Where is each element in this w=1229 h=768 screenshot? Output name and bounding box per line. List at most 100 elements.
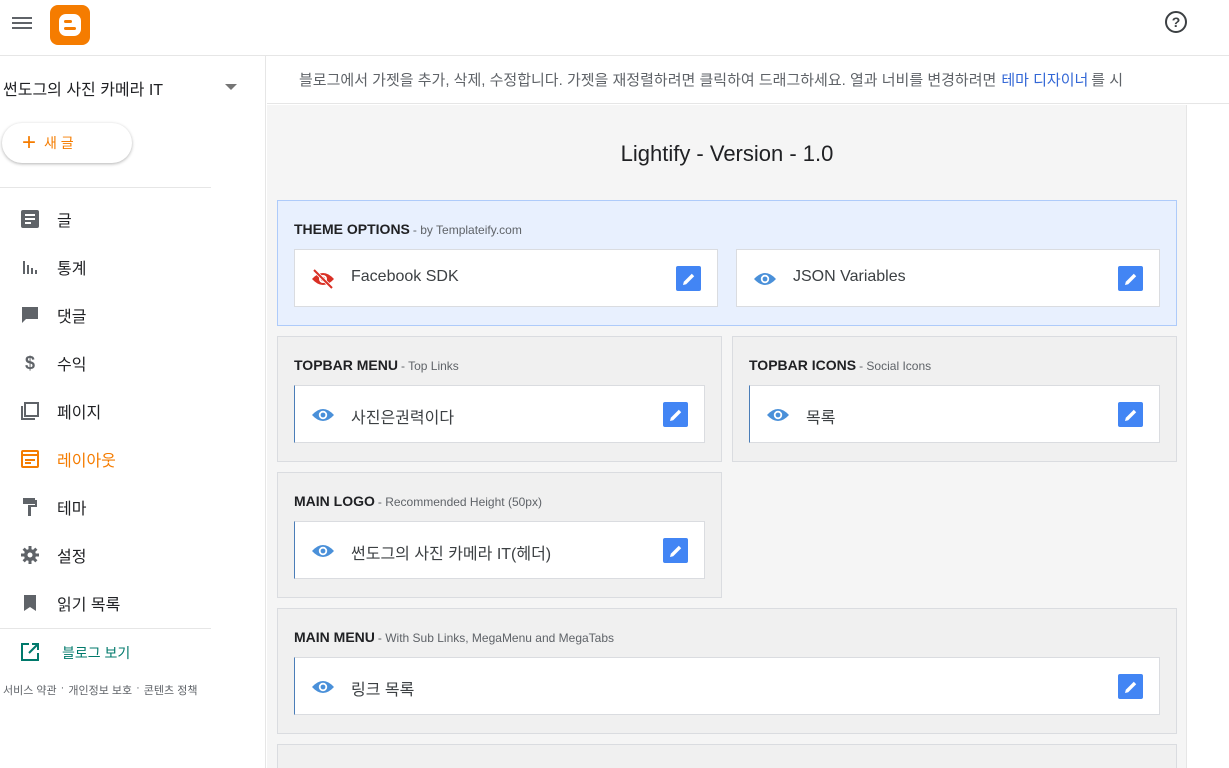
info-text: 블로그에서 가젯을 추가, 삭제, 수정합니다. 가젯을 재정렬하려면 클릭하여… <box>299 72 997 89</box>
eye-icon <box>753 269 777 289</box>
eye-icon <box>311 405 335 425</box>
section-title: TOPBAR MENU <box>294 357 398 373</box>
theme-designer-link[interactable]: 테마 디자이너 <box>1001 69 1088 90</box>
section-main-menu: MAIN MENU - With Sub Links, MegaMenu and … <box>277 608 1177 734</box>
gadget-header[interactable]: 썬도그의 사진 카메라 IT(헤더) <box>294 521 705 579</box>
section-header: MAIN LOGO - Recommended Height (50px) <box>294 493 542 509</box>
sidebar-item-label: 페이지 <box>57 405 102 422</box>
blog-name: 썬도그의 사진 카메라 IT <box>3 82 164 99</box>
section-subtitle: - by Templateify.com <box>412 223 522 237</box>
external-link-icon <box>20 642 40 662</box>
pencil-icon <box>1124 273 1136 285</box>
pencil-icon <box>1124 409 1136 421</box>
info-text-tail: 를 시 <box>1091 72 1124 89</box>
section-title: THEME OPTIONS <box>294 221 410 237</box>
sidebar: 썬도그의 사진 카메라 IT + 새 글 글 통계 댓글 $ 수익 페이지 레이… <box>0 56 266 768</box>
edit-button[interactable] <box>1118 266 1143 291</box>
section-topbar-icons: TOPBAR ICONS - Social Icons 목록 <box>732 336 1177 462</box>
gadget-facebook-sdk[interactable]: Facebook SDK <box>294 249 718 307</box>
section-title: MAIN MENU <box>294 629 375 645</box>
gadget-json-variables[interactable]: JSON Variables <box>736 249 1160 307</box>
sidebar-item-earnings[interactable]: $ 수익 <box>0 341 260 385</box>
eye-icon <box>311 677 335 697</box>
edit-button[interactable] <box>663 402 688 427</box>
earnings-icon: $ <box>24 352 35 373</box>
sidebar-item-layout[interactable]: 레이아웃 <box>0 437 260 481</box>
sidebar-item-label: 설정 <box>57 549 87 566</box>
gadget-social-icons[interactable]: 목록 <box>749 385 1160 443</box>
section-next-partial <box>277 744 1177 768</box>
section-subtitle: - Top Links <box>400 359 459 373</box>
sidebar-item-pages[interactable]: 페이지 <box>0 389 260 433</box>
gadget-link-list[interactable]: 링크 목록 <box>294 657 1160 715</box>
section-header: THEME OPTIONS - by Templateify.com <box>294 221 522 237</box>
terms-link[interactable]: 서비스 약관 <box>3 682 57 698</box>
section-title: MAIN LOGO <box>294 493 375 509</box>
main-content: 블로그에서 가젯을 추가, 삭제, 수정합니다. 가젯을 재정렬하려면 클릭하여… <box>267 56 1229 768</box>
gadget-label: 링크 목록 <box>351 682 415 699</box>
gadget-label: 썬도그의 사진 카메라 IT(헤더) <box>351 546 552 563</box>
settings-icon <box>20 545 40 565</box>
layout-title: Lightify - Version - 1.0 <box>620 141 834 166</box>
plus-icon: + <box>22 129 37 156</box>
new-post-button[interactable]: + 새 글 <box>2 123 132 163</box>
top-app-bar: ? <box>0 0 1229 56</box>
menu-icon[interactable] <box>12 14 32 32</box>
pencil-icon <box>669 545 681 557</box>
edit-button[interactable] <box>1118 674 1143 699</box>
pencil-icon <box>682 273 694 285</box>
sidebar-item-posts[interactable]: 글 <box>0 197 260 241</box>
comments-icon <box>20 305 40 325</box>
sidebar-item-comments[interactable]: 댓글 <box>0 293 260 337</box>
dropdown-caret-icon <box>225 84 237 90</box>
sidebar-item-label: 통계 <box>57 261 87 278</box>
view-blog-label: 블로그 보기 <box>62 645 131 661</box>
gadget-label: Facebook SDK <box>351 268 459 285</box>
pages-icon <box>20 401 40 421</box>
sidebar-item-label: 수익 <box>57 357 87 374</box>
edit-button[interactable] <box>676 266 701 291</box>
help-icon[interactable]: ? <box>1165 11 1187 33</box>
eye-icon <box>766 405 790 425</box>
sidebar-divider <box>0 628 211 629</box>
sidebar-item-label: 읽기 목록 <box>57 597 121 614</box>
edit-button[interactable] <box>663 538 688 563</box>
gadget-label: JSON Variables <box>793 268 906 285</box>
sidebar-item-label: 테마 <box>57 501 87 518</box>
section-topbar-menu: TOPBAR MENU - Top Links 사진은권력이다 <box>277 336 722 462</box>
section-header: TOPBAR MENU - Top Links <box>294 357 459 373</box>
content-policy-link[interactable]: 콘텐츠 정책 <box>144 682 198 698</box>
sidebar-item-reading-list[interactable]: 읽기 목록 <box>0 581 260 625</box>
section-subtitle: - With Sub Links, MegaMenu and MegaTabs <box>377 631 615 645</box>
blogger-logo[interactable] <box>50 5 90 45</box>
gadget-label: 사진은권력이다 <box>351 410 455 427</box>
eye-off-icon <box>311 268 335 290</box>
gadget-topbar-links[interactable]: 사진은권력이다 <box>294 385 705 443</box>
view-blog-link[interactable]: 블로그 보기 <box>0 630 260 674</box>
theme-icon <box>20 497 40 517</box>
edit-button[interactable] <box>1118 402 1143 427</box>
sidebar-item-settings[interactable]: 설정 <box>0 533 260 577</box>
section-title: TOPBAR ICONS <box>749 357 857 373</box>
separator-dot: · <box>60 682 65 694</box>
privacy-link[interactable]: 개인정보 보호 <box>68 682 132 698</box>
info-bar: 블로그에서 가젯을 추가, 삭제, 수정합니다. 가젯을 재정렬하려면 클릭하여… <box>267 56 1229 104</box>
section-subtitle: - Recommended Height (50px) <box>377 495 542 509</box>
section-subtitle: - Social Icons <box>859 359 932 373</box>
blog-selector[interactable]: 썬도그의 사진 카메라 IT <box>3 76 243 100</box>
section-header: MAIN MENU - With Sub Links, MegaMenu and … <box>294 629 614 645</box>
section-header: TOPBAR ICONS - Social Icons <box>749 357 931 373</box>
section-theme-options: THEME OPTIONS - by Templateify.com Facebo… <box>277 200 1177 326</box>
pencil-icon <box>669 409 681 421</box>
reading-list-icon <box>20 593 40 613</box>
pencil-icon <box>1124 681 1136 693</box>
posts-icon <box>20 209 40 229</box>
sidebar-item-stats[interactable]: 통계 <box>0 245 260 289</box>
sidebar-item-theme[interactable]: 테마 <box>0 485 260 529</box>
eye-icon <box>311 541 335 561</box>
new-post-label: 새 글 <box>44 135 74 151</box>
sidebar-item-label: 레이아웃 <box>57 453 116 470</box>
sidebar-divider <box>0 187 211 188</box>
sidebar-item-label: 글 <box>57 213 72 230</box>
help-glyph: ? <box>1171 14 1181 30</box>
